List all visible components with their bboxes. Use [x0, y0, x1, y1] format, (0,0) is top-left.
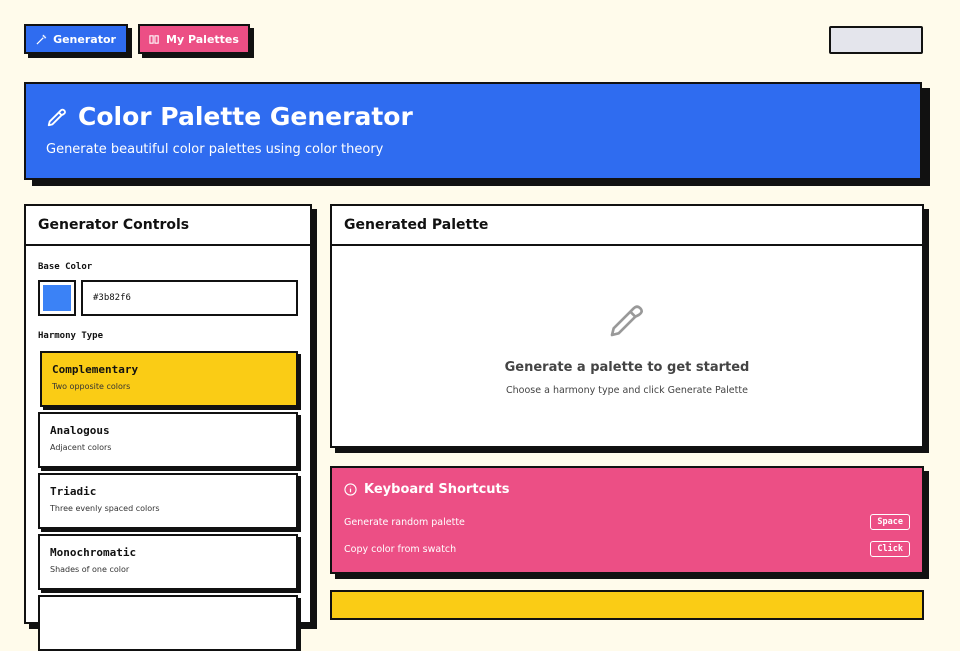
page-subtitle: Generate beautiful color palettes using … [46, 142, 384, 157]
harmony-option-desc: Shades of one color [50, 565, 130, 574]
harmony-option-title: Triadic [50, 485, 97, 498]
my-palettes-nav-label: My Palettes [166, 32, 239, 46]
generator-nav-label: Generator [53, 32, 116, 46]
harmony-option-more[interactable] [38, 595, 298, 651]
harmony-option-title: Complementary [52, 363, 139, 376]
palette-empty-state: Generate a palette to get started Choose… [332, 300, 922, 396]
page-title: Color Palette Generator [78, 102, 413, 131]
shortcut-row: Generate random palette Space [344, 514, 910, 530]
shortcut-action: Generate random palette [344, 516, 465, 528]
eyedropper-icon [610, 305, 643, 337]
generated-palette-panel: Generated Palette Generate a palette to … [330, 204, 924, 448]
shortcut-row: Copy color from swatch Click [344, 541, 910, 557]
swatches-icon [149, 34, 159, 44]
palette-title: Generated Palette [332, 206, 922, 246]
harmony-option-triadic[interactable]: Triadic Three evenly spaced colors [38, 473, 298, 529]
shortcuts-title: Keyboard Shortcuts [364, 482, 510, 497]
harmony-option-desc: Three evenly spaced colors [50, 504, 160, 513]
base-color-label: Base Color [38, 262, 93, 272]
wand-icon [36, 34, 47, 45]
controls-title: Generator Controls [26, 206, 310, 246]
empty-state-subtitle: Choose a harmony type and click Generate… [506, 385, 748, 396]
harmony-option-desc: Adjacent colors [50, 443, 112, 452]
generator-controls-panel: Generator Controls Base Color #3b82f6 Ha… [24, 204, 312, 651]
harmony-option-desc: Two opposite colors [52, 382, 131, 391]
base-color-picker[interactable] [38, 280, 76, 316]
harmony-option-complementary[interactable]: Complementary Two opposite colors [40, 351, 298, 407]
base-color-input[interactable]: #3b82f6 [81, 280, 298, 316]
info-icon [344, 483, 357, 496]
keyboard-shortcuts-panel: Keyboard Shortcuts Generate random palet… [330, 466, 924, 574]
eyedropper-icon [47, 108, 66, 126]
harmony-option-title: Monochromatic [50, 546, 137, 559]
shortcut-key: Space [870, 514, 910, 530]
harmony-type-label: Harmony Type [38, 331, 104, 341]
empty-state-title: Generate a palette to get started [504, 360, 750, 375]
user-menu-button[interactable] [829, 26, 923, 54]
harmony-option-title: Analogous [50, 424, 110, 437]
shortcut-key: Click [870, 541, 910, 557]
harmony-option-monochromatic[interactable]: Monochromatic Shades of one color [38, 534, 298, 590]
hero-banner: Color Palette Generator Generate beautif… [24, 82, 922, 180]
base-color-swatch [43, 285, 71, 311]
harmony-option-analogous[interactable]: Analogous Adjacent colors [38, 412, 298, 468]
my-palettes-nav-button[interactable]: My Palettes [138, 24, 250, 54]
generator-nav-button[interactable]: Generator [24, 24, 128, 54]
next-section-panel [330, 590, 924, 620]
shortcut-action: Copy color from swatch [344, 543, 457, 555]
